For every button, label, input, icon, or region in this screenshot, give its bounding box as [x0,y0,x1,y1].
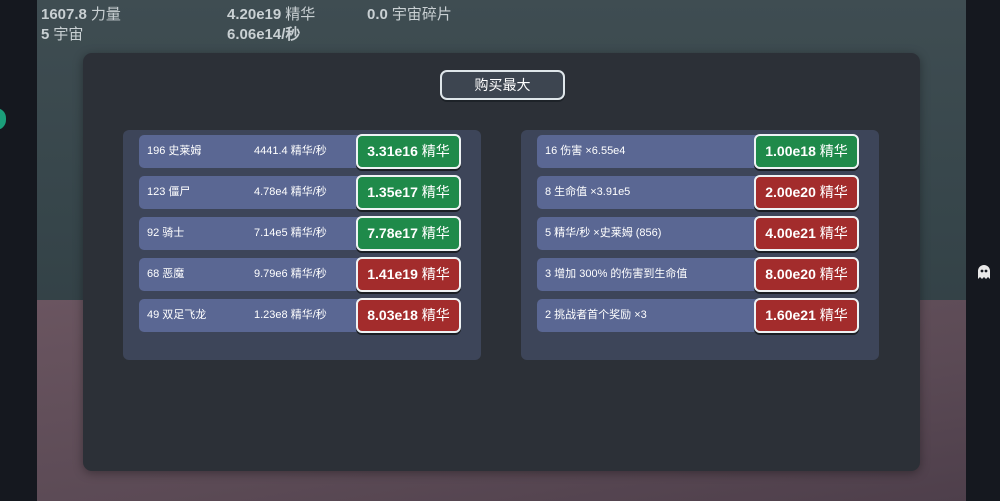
unit-rate-label: 9.79e6 精华/秒 [254,268,327,280]
cost-value: 1.35e17 [367,184,418,200]
buy-upgrade-button[interactable]: 4.00e21 精华 [754,216,859,251]
cost-currency: 精华 [819,184,848,200]
upgrade-label: 8 生命值 ×3.91e5 [545,186,631,198]
unit-level-label: 123 僵尸 [147,186,191,198]
unit-row-zombie: 123 僵尸 4.78e4 精华/秒 1.35e17 精华 [139,175,461,210]
cost-value: 3.31e16 [367,143,418,159]
unit-level-label: 49 双足飞龙 [147,309,207,321]
cost-currency: 精华 [421,307,450,323]
buy-upgrade-button[interactable]: 1.00e18 精华 [754,134,859,169]
cost-currency: 精华 [421,184,450,200]
power-stat: 1607.8 力量 [41,3,121,24]
universes-unit: 宇宙 [53,26,84,43]
essence-unit: 精华 [285,6,316,23]
cost-currency: 精华 [421,225,450,241]
upgrade-row-damage-to-health: 3 增加 300% 的伤害到生命值 8.00e20 精华 [537,257,859,292]
side-tab-handle[interactable] [0,108,6,130]
left-edge-panel [0,0,37,501]
upgrade-row-health: 8 生命值 ×3.91e5 2.00e20 精华 [537,175,859,210]
cost-currency: 精华 [421,143,450,159]
upgrade-label: 16 伤害 ×6.55e4 [545,145,626,157]
unit-rate-label: 4441.4 精华/秒 [254,145,327,157]
cost-value: 8.03e18 [367,307,418,323]
cost-value: 2.00e20 [765,184,816,200]
cost-currency: 精华 [421,266,450,282]
fragments-stat: 0.0 宇宙碎片 [367,3,452,24]
essence-value: 4.20e19 [227,6,282,23]
cost-value: 8.00e20 [765,266,816,282]
buy-upgrade-button[interactable]: 1.60e21 精华 [754,298,859,333]
unit-level-label: 196 史莱姆 [147,145,202,157]
buy-unit-button[interactable]: 8.03e18 精华 [356,298,461,333]
fragments-unit: 宇宙碎片 [391,6,452,23]
upgrade-panel: 16 伤害 ×6.55e4 1.00e18 精华 8 生命值 ×3.91e5 2… [521,130,879,360]
power-value: 1607.8 [41,6,87,23]
cost-currency: 精华 [819,143,848,159]
cost-currency: 精华 [819,225,848,241]
essence-rate-stat: 6.06e14/秒 [227,23,304,44]
purchase-modal: 购买最大 196 史莱姆 4441.4 精华/秒 3.31e16 精华 123 … [83,53,920,471]
cost-value: 1.60e21 [765,307,816,323]
essence-rate-value: 6.06e14/秒 [227,26,301,43]
cost-currency: 精华 [819,307,848,323]
buy-unit-button[interactable]: 3.31e16 精华 [356,134,461,169]
ghost-icon[interactable] [974,262,994,282]
unit-level-label: 68 恶魔 [147,268,185,280]
buy-unit-button[interactable]: 1.41e19 精华 [356,257,461,292]
unit-rate-label: 4.78e4 精华/秒 [254,186,327,198]
universes-stat: 5 宇宙 [41,23,83,44]
unit-rate-label: 1.23e8 精华/秒 [254,309,327,321]
buy-upgrade-button[interactable]: 2.00e20 精华 [754,175,859,210]
buy-max-button[interactable]: 购买最大 [440,70,565,100]
cost-currency: 精华 [819,266,848,282]
unit-row-wyvern: 49 双足飞龙 1.23e8 精华/秒 8.03e18 精华 [139,298,461,333]
upgrade-row-essence-rate: 5 精华/秒 ×史莱姆 (856) 4.00e21 精华 [537,216,859,251]
upgrade-row-challenger-reward: 2 挑战者首个奖励 ×3 1.60e21 精华 [537,298,859,333]
upgrade-label: 2 挑战者首个奖励 ×3 [545,309,647,321]
cost-value: 1.00e18 [765,143,816,159]
unit-level-label: 92 骑士 [147,227,185,239]
upgrade-label: 3 增加 300% 的伤害到生命值 [545,268,688,280]
upgrade-row-damage: 16 伤害 ×6.55e4 1.00e18 精华 [537,134,859,169]
cost-value: 1.41e19 [367,266,418,282]
unit-row-knight: 92 骑士 7.14e5 精华/秒 7.78e17 精华 [139,216,461,251]
unit-rate-label: 7.14e5 精华/秒 [254,227,327,239]
unit-panel: 196 史莱姆 4441.4 精华/秒 3.31e16 精华 123 僵尸 4.… [123,130,481,360]
buy-unit-button[interactable]: 7.78e17 精华 [356,216,461,251]
power-unit: 力量 [90,6,121,23]
cost-value: 4.00e21 [765,225,816,241]
right-edge-panel [966,0,1000,501]
upgrade-label: 5 精华/秒 ×史莱姆 (856) [545,227,662,239]
cost-value: 7.78e17 [367,225,418,241]
buy-unit-button[interactable]: 1.35e17 精华 [356,175,461,210]
universes-value: 5 [41,26,50,43]
fragments-value: 0.0 [367,6,388,23]
unit-row-demon: 68 恶魔 9.79e6 精华/秒 1.41e19 精华 [139,257,461,292]
buy-upgrade-button[interactable]: 8.00e20 精华 [754,257,859,292]
unit-row-slime: 196 史莱姆 4441.4 精华/秒 3.31e16 精华 [139,134,461,169]
essence-stat: 4.20e19 精华 [227,3,315,24]
